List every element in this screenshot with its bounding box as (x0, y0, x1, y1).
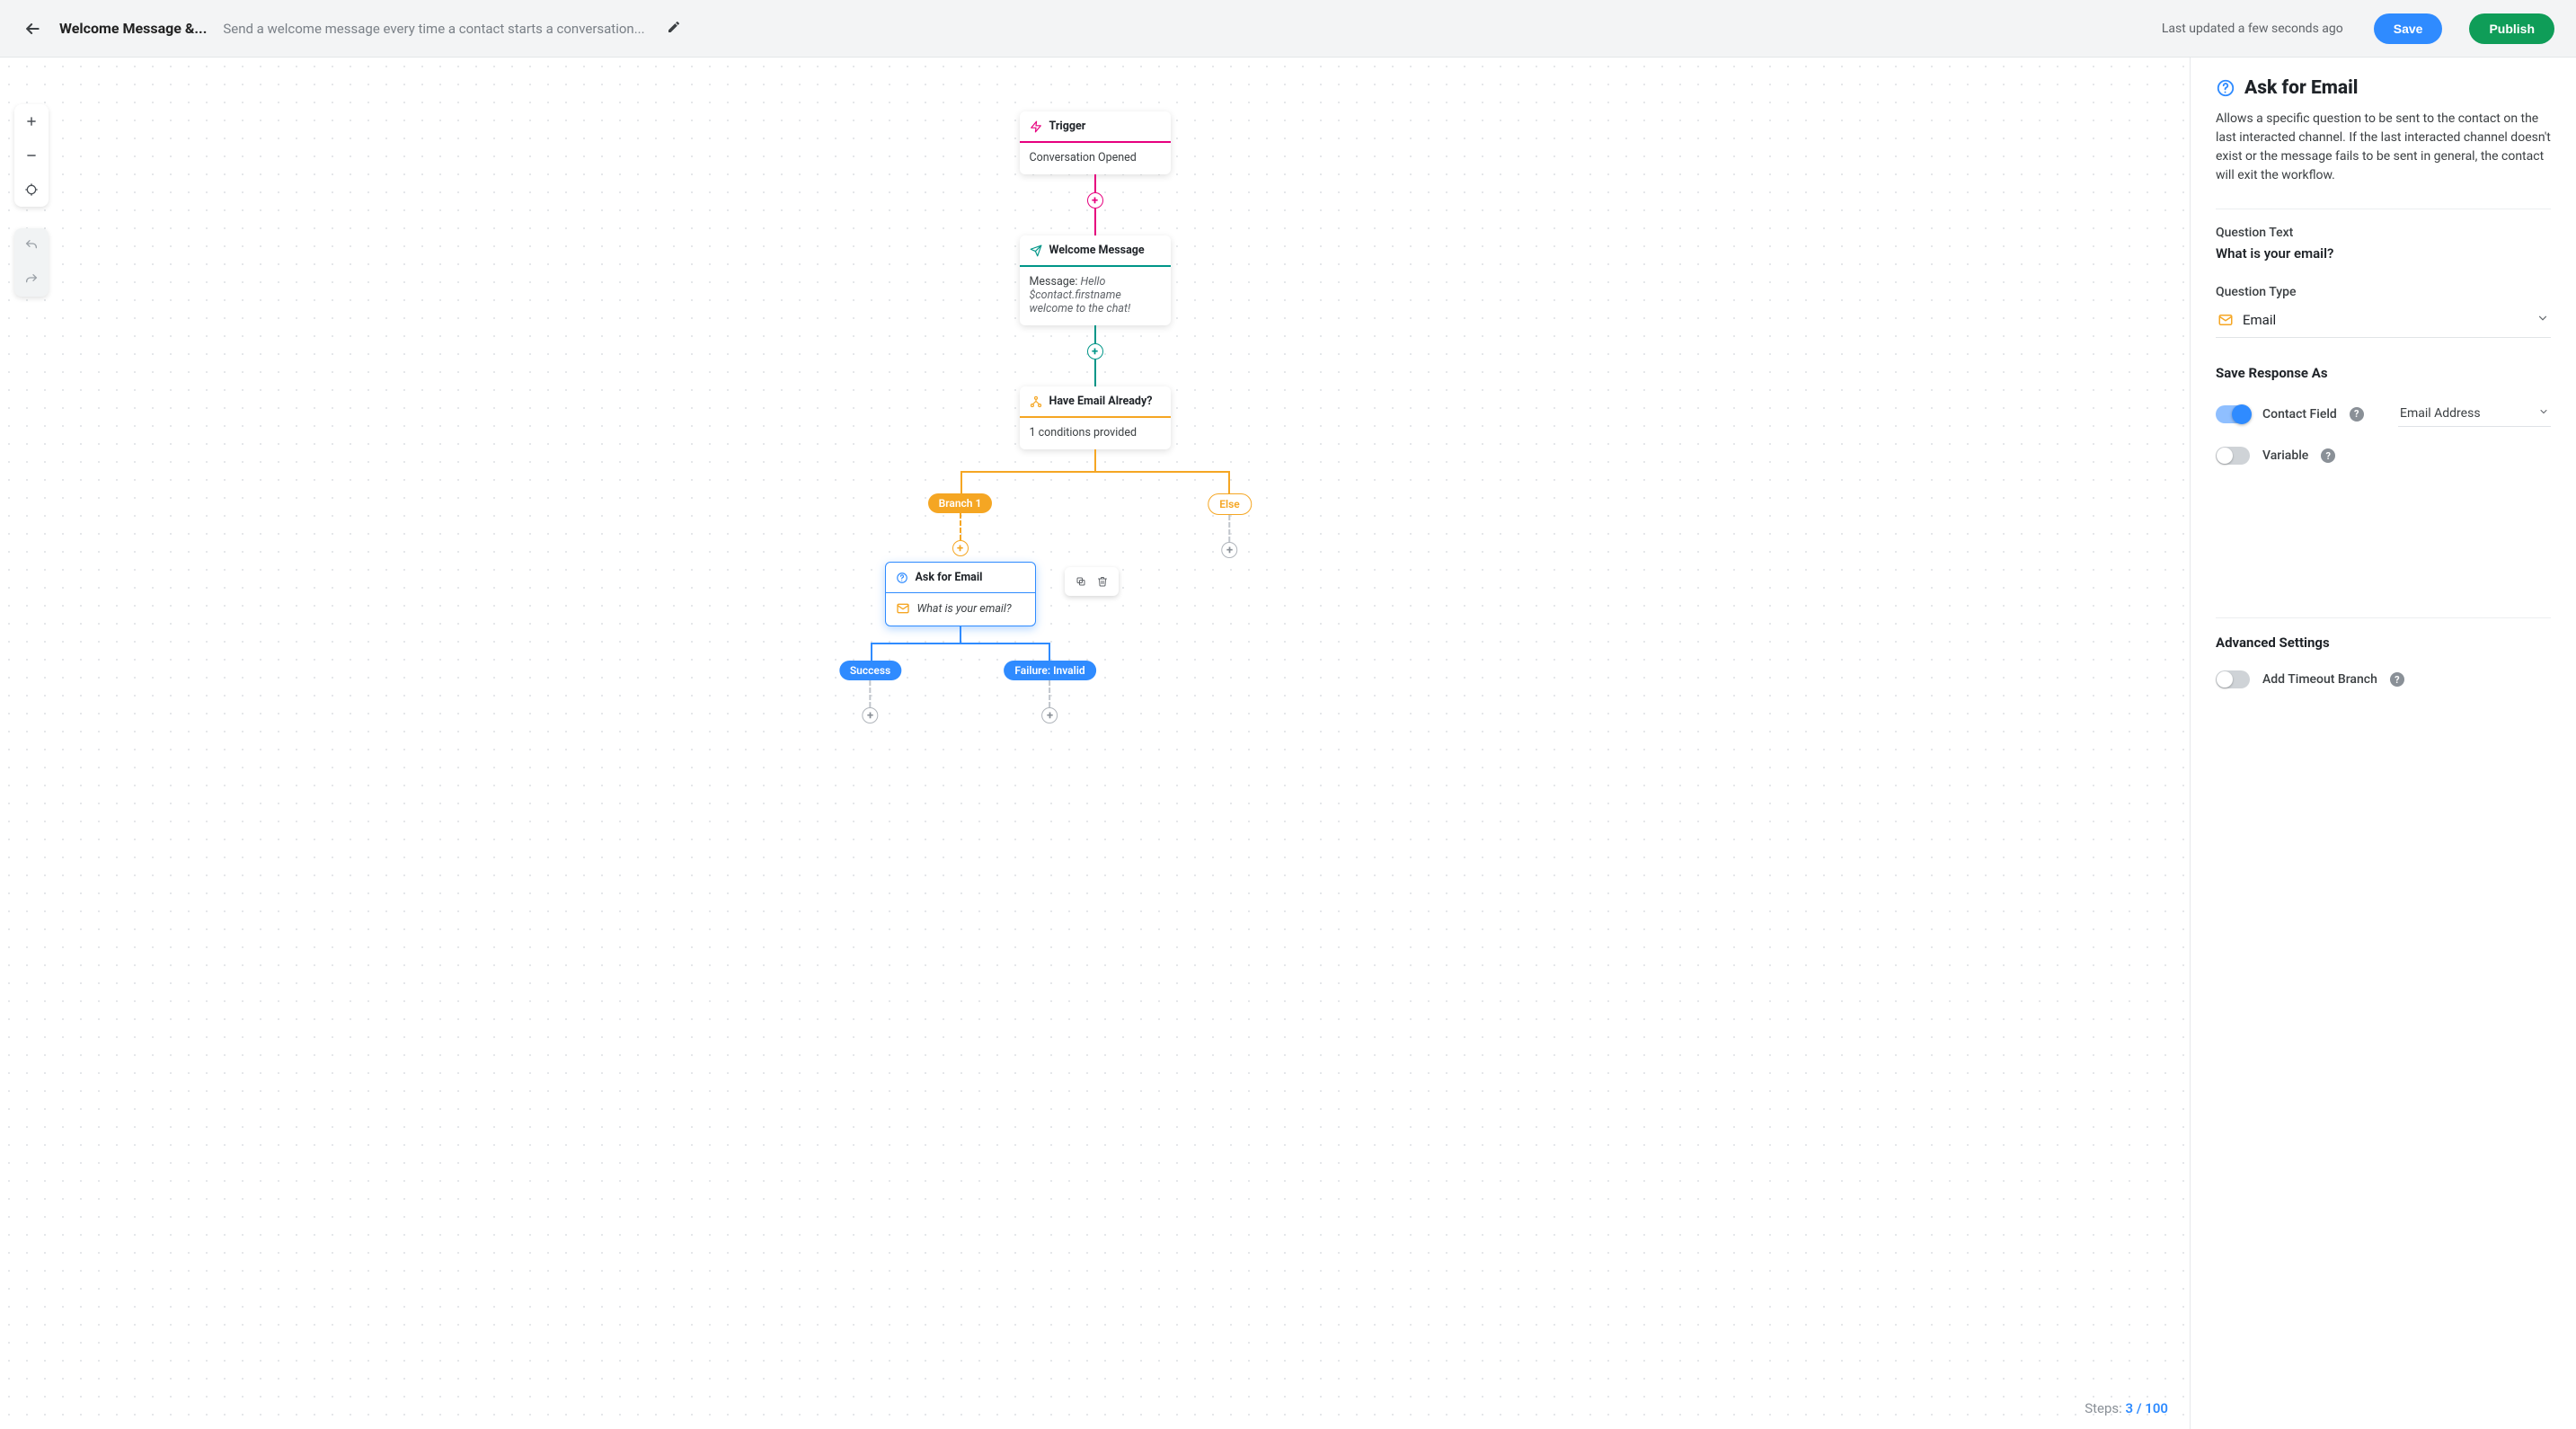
send-icon (1030, 244, 1042, 257)
save-response-section-label: Save Response As (2216, 365, 2551, 381)
steps-count: 3 (2126, 1400, 2134, 1416)
timeout-label: Add Timeout Branch (2262, 672, 2377, 687)
minus-icon (25, 149, 38, 162)
lightning-icon (1030, 120, 1042, 133)
connector (960, 513, 961, 540)
recenter-button[interactable] (14, 173, 49, 207)
question-circle-icon (896, 572, 908, 584)
copy-node-button[interactable] (1070, 572, 1092, 591)
save-button[interactable]: Save (2374, 13, 2443, 44)
edit-title-button[interactable] (667, 20, 681, 38)
node-ask-question: What is your email? (917, 602, 1012, 616)
question-text-value[interactable]: What is your email? (2216, 245, 2551, 262)
header: Welcome Message &... Send a welcome mess… (0, 0, 2576, 58)
connector (1094, 359, 1096, 386)
add-step-button[interactable]: + (952, 540, 969, 556)
undo-button[interactable] (14, 228, 49, 262)
chevron-down-icon (2538, 406, 2549, 421)
mail-icon (2217, 312, 2234, 328)
node-trigger-body: Conversation Opened (1020, 143, 1171, 174)
contact-field-label: Contact Field (2262, 407, 2337, 422)
question-type-select[interactable]: Email (2216, 306, 2551, 338)
question-type-value: Email (2243, 312, 2276, 328)
copy-icon (1076, 575, 1086, 588)
node-ask-for-email[interactable]: Ask for Email What is your email? (885, 562, 1036, 626)
panel-description: Allows a specific question to be sent to… (2216, 110, 2551, 185)
history-controls (14, 228, 49, 297)
publish-button[interactable]: Publish (2469, 13, 2554, 44)
node-welcome-title: Welcome Message (1049, 244, 1145, 257)
connector (870, 680, 872, 707)
steps-counter: Steps: 3 / 100 (2085, 1400, 2168, 1416)
side-panel: Ask for Email Allows a specific question… (2190, 58, 2576, 1429)
node-toolbar (1065, 567, 1119, 596)
mail-icon (896, 601, 910, 616)
redo-icon (24, 272, 39, 287)
trash-icon (1097, 575, 1108, 588)
steps-total: / 100 (2137, 1400, 2168, 1416)
advanced-settings-label: Advanced Settings (2216, 635, 2551, 651)
panel-title: Ask for Email (2244, 77, 2358, 99)
add-step-button[interactable]: + (863, 707, 879, 723)
node-welcome-message[interactable]: Welcome Message Message: Hello $contact.… (1020, 235, 1171, 325)
connector (1094, 174, 1096, 192)
node-trigger[interactable]: Trigger Conversation Opened (1020, 111, 1171, 174)
connector (1094, 209, 1096, 235)
node-welcome-body: Message: Hello $contact.firstname welcom… (1020, 267, 1171, 325)
zoom-out-button[interactable] (14, 138, 49, 173)
workflow-description: Send a welcome message every time a cont… (223, 21, 644, 37)
crosshair-icon (24, 182, 39, 197)
question-text-label: Question Text (2216, 226, 2551, 240)
zoom-in-button[interactable] (14, 104, 49, 138)
redo-button[interactable] (14, 262, 49, 297)
undo-icon (24, 238, 39, 253)
variable-label: Variable (2262, 448, 2308, 463)
connector (1094, 325, 1096, 343)
plus-icon (25, 115, 38, 128)
help-icon[interactable]: ? (2390, 672, 2404, 687)
pencil-icon (667, 20, 681, 34)
outcome-fork (871, 626, 1050, 661)
add-step-button[interactable]: + (1087, 343, 1103, 359)
delete-node-button[interactable] (1092, 572, 1113, 591)
steps-prefix: Steps: (2085, 1400, 2122, 1416)
question-type-label: Question Type (2216, 285, 2551, 299)
node-branch-body: 1 conditions provided (1020, 418, 1171, 449)
workflow-flow: Trigger Conversation Opened + Welcome Me… (960, 111, 1230, 723)
workflow-canvas[interactable]: Trigger Conversation Opened + Welcome Me… (0, 58, 2190, 1429)
contact-field-select[interactable]: Email Address (2398, 401, 2551, 427)
variable-toggle[interactable] (2216, 447, 2250, 465)
chevron-down-icon (2536, 312, 2549, 328)
node-branch[interactable]: Have Email Already? 1 conditions provide… (1020, 386, 1171, 449)
add-step-button[interactable]: + (1042, 707, 1058, 723)
timeout-toggle[interactable] (2216, 670, 2250, 688)
arrow-left-icon (23, 20, 41, 38)
last-updated-text: Last updated a few seconds ago (2162, 22, 2343, 36)
contact-field-value: Email Address (2400, 406, 2481, 421)
node-ask-title: Ask for Email (916, 571, 983, 584)
connector (1228, 515, 1230, 542)
contact-field-toggle[interactable] (2216, 405, 2250, 423)
add-step-button[interactable]: + (1221, 542, 1237, 558)
back-button[interactable] (22, 18, 43, 40)
connector (1049, 680, 1051, 707)
outcome-pill-success[interactable]: Success (839, 661, 901, 680)
branch-pill-branch1[interactable]: Branch 1 (928, 493, 993, 513)
help-icon[interactable]: ? (2350, 407, 2364, 422)
question-circle-icon (2216, 78, 2235, 98)
node-trigger-title: Trigger (1049, 120, 1086, 133)
node-welcome-body-prefix: Message: (1030, 275, 1081, 288)
branch-icon (1030, 395, 1042, 408)
add-step-button[interactable]: + (1087, 192, 1103, 209)
workflow-title: Welcome Message &... (59, 20, 207, 37)
node-branch-title: Have Email Already? (1049, 395, 1153, 408)
zoom-controls (14, 104, 49, 207)
branch-pill-else[interactable]: Else (1208, 493, 1252, 515)
outcome-pill-failure[interactable]: Failure: Invalid (1004, 661, 1095, 680)
branch-fork (960, 449, 1230, 494)
divider (2216, 617, 2551, 618)
help-icon[interactable]: ? (2321, 448, 2335, 463)
node-ask-body: What is your email? (886, 593, 1035, 626)
